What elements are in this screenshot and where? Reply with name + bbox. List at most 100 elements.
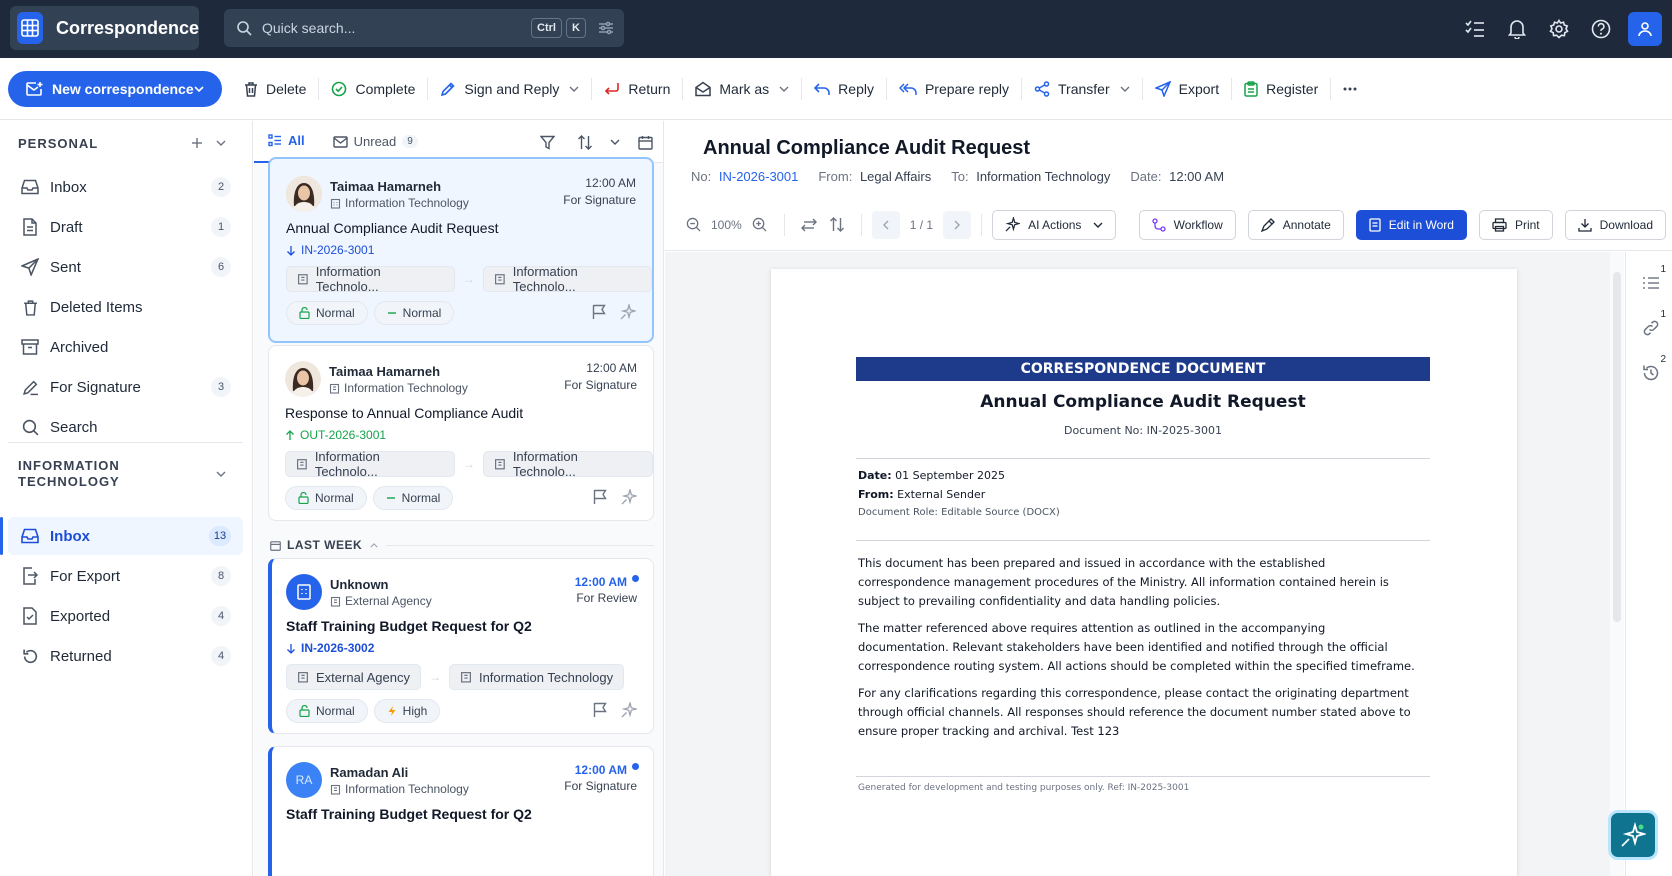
chevron-down-icon[interactable]: [1120, 86, 1130, 92]
bell-icon[interactable]: [1496, 8, 1538, 50]
calendar-icon[interactable]: [626, 135, 663, 150]
download-button[interactable]: Download: [1564, 209, 1666, 240]
chevron-down-icon[interactable]: [779, 86, 789, 92]
outline-button[interactable]: 1: [1636, 264, 1666, 298]
mark-as-button[interactable]: Mark as: [683, 71, 801, 107]
delete-button[interactable]: Delete: [232, 71, 318, 107]
sidebar-item-it-inbox[interactable]: Inbox 13: [8, 517, 243, 555]
new-correspondence-button[interactable]: New correspondence: [8, 70, 222, 107]
plus-icon[interactable]: [191, 137, 203, 149]
sidebar: PERSONAL Inbox 2 Draft 1 Sent 6 Deleted …: [0, 121, 253, 876]
sender-name: Taimaa Hamarneh: [330, 179, 442, 194]
doc-footer: Generated for development and testing pu…: [858, 783, 1190, 793]
edit-in-word-button[interactable]: Edit in Word: [1355, 209, 1467, 240]
to-chip: Information Technolo...: [483, 449, 653, 479]
gear-icon[interactable]: [1538, 8, 1580, 50]
message-card[interactable]: Unknown External Agency 12:00 AM For Rev…: [268, 558, 654, 734]
reference-number: IN-2026-3002: [286, 641, 374, 655]
chevron-down-icon[interactable]: [569, 86, 579, 92]
annotate-button[interactable]: Annotate: [1247, 209, 1344, 240]
sidebar-item-deleted[interactable]: Deleted Items: [8, 288, 243, 326]
sidebar-item-returned[interactable]: Returned 4: [8, 637, 243, 675]
count-badge: 3: [211, 377, 231, 397]
zoom-out-icon[interactable]: [679, 217, 707, 232]
prev-page-button[interactable]: [871, 210, 900, 239]
document-canvas[interactable]: CORRESPONDENCE DOCUMENT Annual Complianc…: [665, 252, 1610, 876]
flag-icon[interactable]: [592, 304, 606, 320]
sidebar-item-draft[interactable]: Draft 1: [8, 208, 243, 246]
doc-number: Document No: IN-2025-3001: [1063, 424, 1223, 437]
viewer-scrollbar[interactable]: [1610, 252, 1624, 876]
inbox-icon: [20, 528, 40, 544]
search-placeholder[interactable]: Quick search...: [262, 20, 531, 36]
ai-sparkle-icon[interactable]: [621, 702, 637, 718]
flag-icon[interactable]: [593, 702, 607, 718]
lightning-icon: [388, 706, 396, 716]
sidebar-item-sent[interactable]: Sent 6: [8, 248, 243, 286]
quick-search[interactable]: Quick search... Ctrl K: [224, 9, 624, 47]
app-brand[interactable]: Correspondence: [10, 6, 199, 50]
priority-tag: Normal: [373, 301, 455, 325]
zoom-level: 100%: [711, 217, 742, 232]
ai-assistant-button[interactable]: [1608, 810, 1658, 860]
reply-button[interactable]: Reply: [802, 71, 886, 107]
ai-actions-button[interactable]: AI Actions: [992, 209, 1117, 240]
task-list-icon[interactable]: [1454, 8, 1496, 50]
chevron-down-icon[interactable]: [216, 471, 226, 477]
history-button[interactable]: 2: [1636, 354, 1666, 388]
next-page-button[interactable]: [943, 210, 972, 239]
doc-from: From: External Sender: [858, 488, 986, 501]
transfer-button[interactable]: Transfer: [1022, 71, 1142, 107]
file-check-icon: [20, 607, 40, 625]
filter-icon[interactable]: [528, 135, 566, 150]
chevron-up-icon: [370, 542, 378, 547]
fit-height-icon[interactable]: [823, 217, 851, 232]
help-icon[interactable]: [1580, 8, 1622, 50]
message-card[interactable]: Taimaa Hamarneh Information Technology 1…: [268, 345, 654, 521]
chevron-down-icon[interactable]: [194, 85, 204, 92]
rotate-ccw-icon: [20, 648, 40, 665]
chevron-down-icon[interactable]: [604, 139, 626, 145]
user-avatar-button[interactable]: [1628, 12, 1662, 46]
sort-icon[interactable]: [566, 134, 604, 150]
building-icon: [330, 198, 341, 209]
fit-width-icon[interactable]: [795, 218, 823, 232]
workflow-button[interactable]: Workflow: [1138, 209, 1236, 240]
page-title: Annual Compliance Audit Request: [703, 137, 1031, 159]
filter-sliders-icon[interactable]: [598, 21, 614, 35]
sidebar-item-exported[interactable]: Exported 4: [8, 597, 243, 635]
sidebar-item-for-signature[interactable]: For Signature 3: [8, 368, 243, 406]
count-badge: 1: [211, 217, 231, 237]
prepare-reply-button[interactable]: Prepare reply: [887, 71, 1021, 107]
unread-dot: [632, 763, 639, 770]
zoom-in-icon[interactable]: [746, 217, 774, 232]
flag-icon[interactable]: [593, 489, 607, 505]
archive-icon: [20, 339, 40, 355]
register-button[interactable]: Register: [1232, 71, 1330, 107]
doc-number-link[interactable]: IN-2026-3001: [719, 169, 799, 184]
building-icon: [330, 596, 341, 607]
doc-title: Annual Compliance Audit Request: [980, 392, 1306, 412]
more-actions-button[interactable]: [1331, 71, 1369, 107]
ai-sparkle-icon: [1005, 217, 1021, 232]
sidebar-item-search[interactable]: Search: [8, 408, 243, 446]
return-button[interactable]: Return: [592, 71, 682, 107]
complete-button[interactable]: Complete: [319, 71, 427, 107]
group-header-last-week[interactable]: LAST WEEK: [268, 536, 654, 554]
message-card[interactable]: Taimaa Hamarneh Information Technology 1…: [268, 157, 654, 343]
sidebar-item-for-export[interactable]: For Export 8: [8, 557, 243, 595]
sign-and-reply-button[interactable]: Sign and Reply: [428, 71, 591, 107]
list-icon: [268, 134, 281, 147]
message-card[interactable]: RA Ramadan Ali Information Technology 12…: [268, 746, 654, 876]
new-correspondence-label: New correspondence: [52, 80, 194, 97]
count-badge: 4: [211, 646, 231, 666]
ai-sparkle-icon[interactable]: [620, 304, 636, 320]
print-button[interactable]: Print: [1478, 209, 1553, 240]
export-button[interactable]: Export: [1143, 71, 1231, 107]
sidebar-item-inbox[interactable]: Inbox 2: [8, 168, 243, 206]
user-icon: [1638, 22, 1652, 37]
ai-sparkle-icon[interactable]: [621, 489, 637, 505]
chevron-down-icon[interactable]: [216, 140, 226, 146]
links-button[interactable]: 1: [1636, 309, 1666, 343]
sidebar-item-archived[interactable]: Archived: [8, 328, 243, 366]
